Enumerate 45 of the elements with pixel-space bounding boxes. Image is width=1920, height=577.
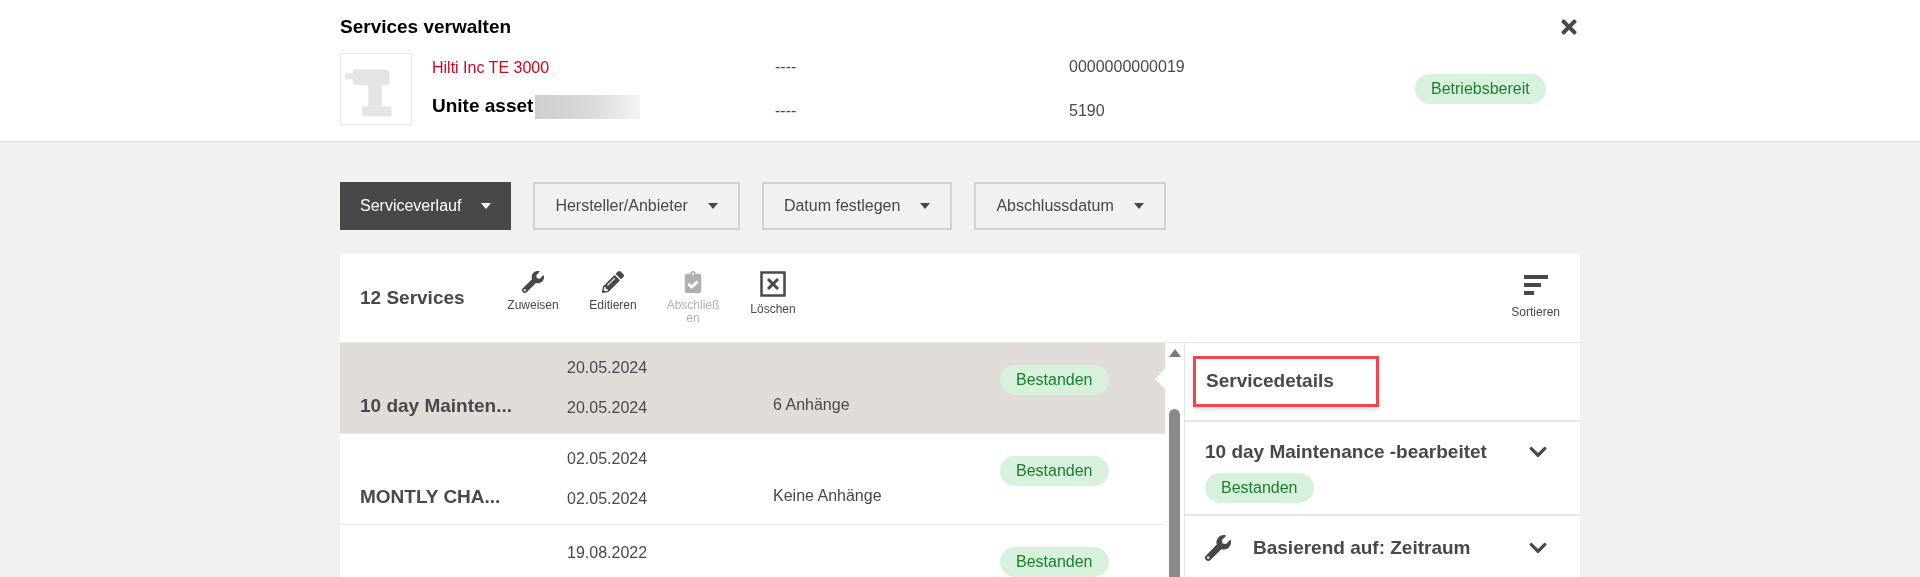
- serial-number: 0000000000019: [1069, 56, 1186, 77]
- asset-number: 5190: [1069, 100, 1106, 121]
- attachments-count: Keine Anhänge: [773, 487, 882, 504]
- service-date: 20.05.2024: [567, 398, 649, 418]
- service-title: 10 day Maintenance -bearbeitet: [1205, 440, 1487, 464]
- scrollbar-thumb[interactable]: [1169, 409, 1180, 577]
- caret-icon: [920, 203, 931, 209]
- status-badge: Bestanden: [1205, 472, 1314, 503]
- details-title: Servicedetails: [1193, 356, 1379, 407]
- attachments-count: 6 Anhänge: [773, 396, 850, 413]
- status-badge: Bestanden: [1000, 365, 1109, 395]
- filter-dropdown[interactable]: Datum festlegen: [761, 182, 953, 230]
- asset-name: Hilti Inc TE 3000: [432, 58, 551, 79]
- status-badge: Bestanden: [1000, 547, 1109, 577]
- asset-field: ----: [775, 54, 1069, 79]
- toolbar-button[interactable]: Editieren: [580, 271, 646, 325]
- status-badge: Bestanden: [1000, 456, 1109, 486]
- service-name: MONTLY CHA...: [360, 485, 501, 507]
- service-row[interactable]: 10 day Mainten... 20.05.2024 20.05.2024 6 Anhänge Bestanden: [340, 343, 1165, 434]
- asset-label: Unite asset: [432, 94, 534, 119]
- asset-field: ----: [775, 98, 1069, 123]
- wrench-icon: [522, 271, 544, 293]
- sort-button[interactable]: Sortieren: [1511, 275, 1560, 321]
- clipboard-check-icon: [682, 271, 704, 293]
- filter-dropdown[interactable]: Hersteller/Anbieter: [533, 182, 740, 230]
- toolbar-button[interactable]: Zuweisen: [500, 271, 566, 325]
- service-date: 19.08.2022: [567, 543, 649, 563]
- dialog-title: Services verwalten: [340, 15, 512, 39]
- caret-icon: [481, 203, 492, 209]
- sort-icon: [1523, 275, 1548, 295]
- basis-label: Basierend auf: Zeitraum: [1253, 536, 1472, 560]
- service-name: 10 day Mainten...: [360, 394, 513, 416]
- caret-icon: [1133, 203, 1144, 209]
- status-badge: Betriebsbereit: [1415, 73, 1546, 104]
- caret-icon: [707, 203, 718, 209]
- scroll-up-icon[interactable]: [1168, 349, 1181, 357]
- toolbar-button[interactable]: Löschen: [740, 271, 806, 325]
- service-date: 02.05.2024: [567, 489, 649, 509]
- services-count: 12 Services: [360, 285, 466, 310]
- delete-icon: [760, 271, 786, 297]
- service-date: 02.05.2024: [567, 449, 649, 469]
- filter-dropdown[interactable]: Serviceverlauf: [340, 182, 512, 230]
- pencil-icon: [602, 271, 624, 293]
- service-date: 20.05.2024: [567, 358, 649, 378]
- filter-dropdown[interactable]: Abschlussdatum: [974, 182, 1166, 230]
